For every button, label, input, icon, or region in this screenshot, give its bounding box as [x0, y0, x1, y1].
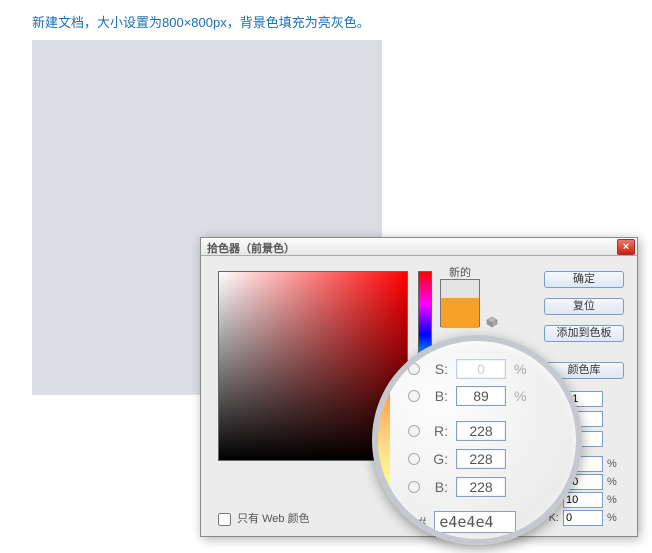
- new-color-label: 新的: [449, 264, 471, 280]
- hsb-b-label: B:: [428, 388, 448, 404]
- r-input[interactable]: 228: [456, 421, 506, 441]
- c-suffix: %: [607, 458, 621, 470]
- k-field-row: K: %: [543, 510, 621, 526]
- hsb-b-suffix: %: [514, 388, 526, 404]
- hsb-b-radio[interactable]: [408, 390, 420, 402]
- s-input[interactable]: 0: [456, 359, 506, 379]
- s-suffix: %: [514, 361, 526, 377]
- g-label: G:: [428, 451, 448, 467]
- magnifier-lens: S: 0 % B: 89 % R: 228 G: 228 B: 228 # e4…: [372, 335, 582, 545]
- cube-icon: [486, 316, 498, 328]
- dialog-titlebar[interactable]: 拾色器（前景色） ×: [201, 238, 637, 256]
- rgb-b-field-row: B: 228: [408, 477, 506, 497]
- rgb-b-radio[interactable]: [408, 481, 420, 493]
- r-label: R:: [428, 423, 448, 439]
- web-only-label: 只有 Web 颜色: [237, 513, 310, 525]
- rgb-b-input[interactable]: 228: [456, 477, 506, 497]
- web-only-checkbox-row[interactable]: 只有 Web 颜色: [218, 510, 310, 526]
- k-suffix: %: [607, 512, 621, 524]
- hex-label: #: [418, 514, 426, 531]
- ok-button[interactable]: 确定: [544, 271, 624, 288]
- hsb-b-input[interactable]: 89: [456, 386, 506, 406]
- g-field-row: G: 228: [408, 449, 506, 469]
- g-radio[interactable]: [408, 453, 420, 465]
- reset-button[interactable]: 复位: [544, 298, 624, 315]
- rgb-b-label: B:: [428, 479, 448, 495]
- web-only-checkbox[interactable]: [218, 513, 231, 526]
- r-radio[interactable]: [408, 425, 420, 437]
- r-field-row: R: 228: [408, 421, 506, 441]
- m-suffix: %: [607, 476, 621, 488]
- s-label: S:: [428, 361, 448, 377]
- color-swatch[interactable]: [440, 279, 480, 327]
- s-radio[interactable]: [408, 363, 420, 375]
- y-input[interactable]: [563, 492, 603, 508]
- k-input[interactable]: [563, 510, 603, 526]
- hsb-b-field-row: B: 89 %: [408, 386, 526, 406]
- dialog-title: 拾色器（前景色）: [207, 243, 295, 255]
- y-suffix: %: [607, 494, 621, 506]
- close-button[interactable]: ×: [617, 239, 635, 255]
- magnified-hue-bar: [378, 361, 390, 531]
- g-input[interactable]: 228: [456, 449, 506, 469]
- new-color-swatch: [441, 280, 479, 298]
- instruction-text: 新建文档，大小设置为800×800px，背景色填充为亮灰色。: [0, 0, 652, 31]
- hex-field-row: # e4e4e4: [418, 511, 516, 533]
- current-color-swatch: [441, 298, 479, 328]
- s-field-row: S: 0 %: [408, 359, 526, 379]
- add-swatch-button[interactable]: 添加到色板: [544, 325, 624, 342]
- hex-input[interactable]: e4e4e4: [434, 511, 516, 533]
